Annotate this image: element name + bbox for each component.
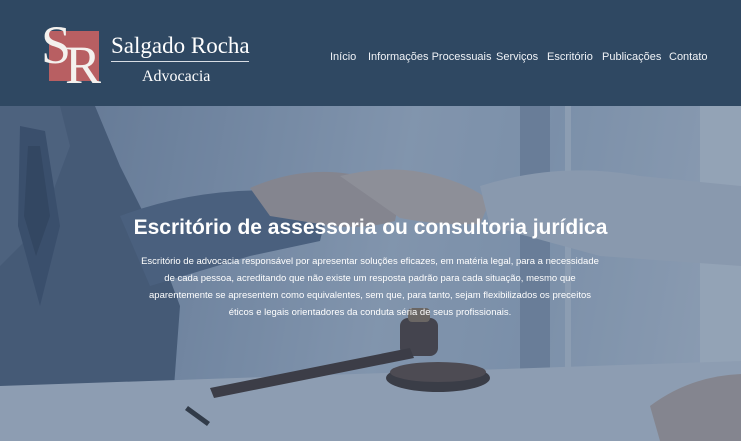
nav-item-inicio[interactable]: Início	[330, 51, 356, 63]
nav-item-escritorio[interactable]: Escritório	[547, 51, 593, 63]
logo-initial-r: R	[65, 35, 102, 95]
brand-subtitle: Advocacia	[142, 68, 211, 85]
hero-title: Escritório de assessoria ou consultoria …	[133, 216, 608, 239]
main-nav: Início Informações Processuais Serviços …	[0, 51, 741, 65]
nav-item-publicacoes[interactable]: Publicações	[602, 51, 661, 63]
hero-banner: Escritório de assessoria ou consultoria …	[0, 106, 741, 441]
hero-description: Escritório de advocacia responsável por …	[141, 256, 599, 318]
nav-item-servicos[interactable]: Serviços	[496, 51, 538, 63]
nav-item-informacoes-processuais[interactable]: Informações Processuais	[368, 51, 492, 63]
nav-item-contato[interactable]: Contato	[669, 51, 708, 63]
site-header: S R Salgado Rocha Advocacia Início Infor…	[0, 0, 741, 106]
